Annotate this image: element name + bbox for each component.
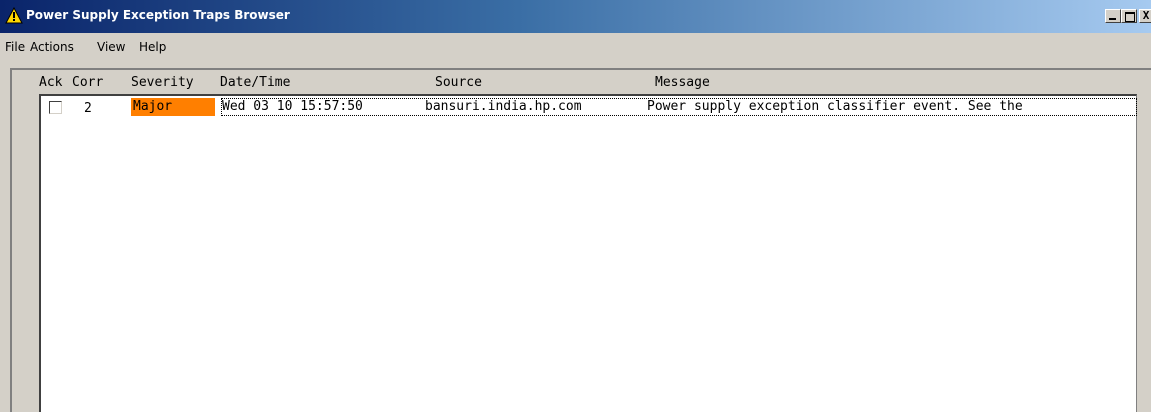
traps-list[interactable]: 2 Major Wed 03 10 15:57:50 bansuri.india… xyxy=(39,94,1137,412)
menu-view[interactable]: View xyxy=(97,40,125,54)
datetime-cell: Wed 03 10 15:57:50 xyxy=(222,99,363,114)
column-header-datetime[interactable]: Date/Time xyxy=(220,75,290,90)
ack-checkbox[interactable] xyxy=(49,101,62,114)
maximize-button[interactable] xyxy=(1121,9,1137,23)
menu-actions[interactable]: Actions xyxy=(30,40,74,54)
column-header-ack[interactable]: Ack xyxy=(39,75,62,90)
maximize-icon xyxy=(1125,12,1135,22)
menu-help[interactable]: Help xyxy=(139,40,166,54)
corr-cell: 2 xyxy=(84,101,92,116)
minimize-icon xyxy=(1109,18,1116,20)
window-title: Power Supply Exception Traps Browser xyxy=(26,8,290,22)
severity-badge: Major xyxy=(131,98,215,116)
warning-icon xyxy=(5,7,23,24)
column-header-message[interactable]: Message xyxy=(655,75,710,90)
source-cell: bansuri.india.hp.com xyxy=(425,99,582,114)
column-header-severity[interactable]: Severity xyxy=(131,75,194,90)
menu-bar: File Actions View Help xyxy=(0,36,1151,58)
title-bar[interactable]: Power Supply Exception Traps Browser X xyxy=(0,0,1151,33)
close-icon: X xyxy=(1142,9,1150,22)
minimize-button[interactable] xyxy=(1105,9,1121,23)
menu-file[interactable]: File xyxy=(5,40,25,54)
table-row[interactable]: 2 Major Wed 03 10 15:57:50 bansuri.india… xyxy=(41,96,1137,118)
column-header-source[interactable]: Source xyxy=(435,75,482,90)
close-button[interactable]: X xyxy=(1139,9,1151,23)
column-header-corr[interactable]: Corr xyxy=(72,75,103,90)
row-focus-cell: Wed 03 10 15:57:50 bansuri.india.hp.com … xyxy=(221,98,1137,116)
message-cell: Power supply exception classifier event.… xyxy=(647,99,1023,114)
traps-browser-window: Power Supply Exception Traps Browser X F… xyxy=(0,0,1151,412)
